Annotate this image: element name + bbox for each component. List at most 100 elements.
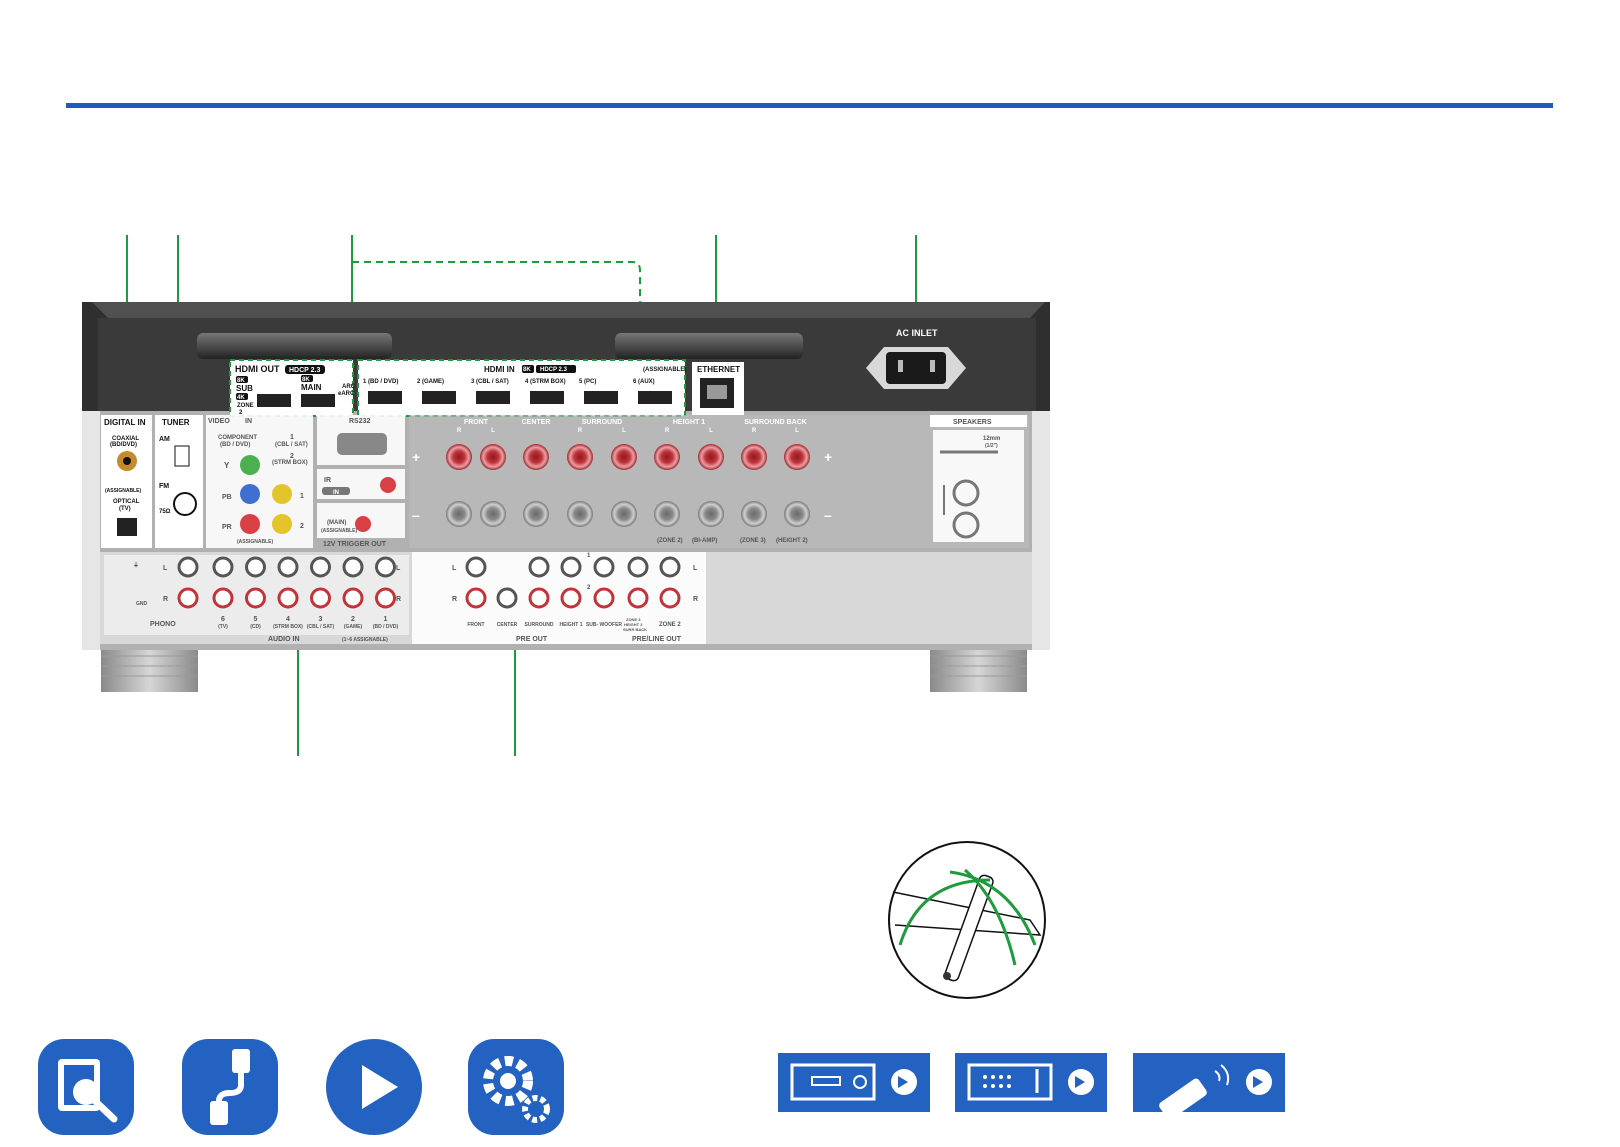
- hdmi-in-port[interactable]: [584, 391, 618, 404]
- audio-in-l-jack[interactable]: [212, 556, 234, 578]
- hdmi-in-port[interactable]: [638, 391, 672, 404]
- play-icon[interactable]: [326, 1039, 422, 1135]
- pre-out-r-jack[interactable]: [627, 587, 649, 609]
- wireless-antenna-left[interactable]: [197, 333, 392, 359]
- svg-text:IR: IR: [324, 477, 331, 484]
- speaker-terminal-plus[interactable]: [698, 444, 724, 470]
- speaker-terminal-minus[interactable]: [784, 501, 810, 527]
- book-search-icon[interactable]: [38, 1039, 134, 1135]
- pre-out-r-jack[interactable]: [659, 587, 681, 609]
- pre-out-l-jack[interactable]: [528, 556, 550, 578]
- svg-text:PR: PR: [222, 524, 232, 531]
- hdmi-in-label: 4 (STRM BOX): [525, 379, 566, 385]
- audio-in-r-jack[interactable]: [375, 587, 396, 609]
- speaker-terminal-plus[interactable]: [611, 444, 637, 470]
- svg-text:1: 1: [290, 434, 294, 441]
- speaker-terminal-minus[interactable]: [741, 501, 767, 527]
- hdmi-in-section: HDMI IN 8K HDCP 2.3 (ASSIGNABLE) 1 (BD /…: [357, 359, 686, 417]
- pre-out-label: CENTER: [497, 622, 518, 628]
- speaker-terminal-plus[interactable]: [480, 444, 506, 470]
- svg-text:HDCP 2.3: HDCP 2.3: [540, 367, 568, 373]
- rs232-port[interactable]: [337, 433, 387, 455]
- front-panel-button[interactable]: [778, 1053, 930, 1112]
- svg-text:PHONO: PHONO: [150, 621, 176, 628]
- trigger-port[interactable]: [355, 516, 371, 532]
- audio-in-l-jack[interactable]: [277, 556, 299, 578]
- svg-text:(1~6 ASSIGNABLE): (1~6 ASSIGNABLE): [342, 637, 388, 643]
- audio-in-l-jack[interactable]: [245, 556, 266, 578]
- svg-text:IN: IN: [245, 418, 252, 425]
- svg-text:COMPONENT: COMPONENT: [218, 435, 257, 441]
- speaker-terminal-minus[interactable]: [698, 501, 724, 527]
- pre-out-l-jack[interactable]: [659, 556, 681, 578]
- hdmi-in-label: 3 (CBL / SAT): [471, 379, 509, 385]
- composite-1-port[interactable]: [272, 484, 292, 504]
- pre-out-r-jack[interactable]: [560, 587, 582, 609]
- audio-in-r-jack[interactable]: [212, 587, 234, 609]
- remote-control-button[interactable]: [1133, 1053, 1285, 1120]
- audio-in-r-jack[interactable]: [245, 587, 266, 609]
- component-pb-port[interactable]: [240, 484, 260, 504]
- ir-in-port[interactable]: [380, 477, 396, 493]
- component-pr-port[interactable]: [240, 514, 260, 534]
- pre-out-l-jack[interactable]: [627, 556, 649, 578]
- speaker-terminal-plus[interactable]: [784, 444, 810, 470]
- svg-text:–: –: [412, 507, 420, 523]
- pre-out-l-jack[interactable]: [593, 556, 615, 578]
- composite-2-port[interactable]: [272, 514, 292, 534]
- ac-inlet-port[interactable]: [886, 352, 946, 384]
- pre-out-r-jack[interactable]: [496, 587, 518, 609]
- svg-text:SPEAKERS: SPEAKERS: [953, 419, 992, 426]
- speaker-terminal-minus[interactable]: [446, 501, 472, 527]
- audio-in-r-jack[interactable]: [342, 587, 364, 609]
- digital-in-section: DIGITAL IN COAXIAL (BD/DVD) (ASSIGNABLE)…: [101, 415, 152, 548]
- hdmi-in-port[interactable]: [422, 391, 456, 404]
- gear-icon[interactable]: [468, 1039, 564, 1135]
- svg-text:eARC: eARC: [338, 391, 355, 397]
- phono-l-jack[interactable]: [177, 556, 199, 578]
- component-y-port[interactable]: [240, 455, 260, 475]
- speaker-terminal-plus[interactable]: [446, 444, 472, 470]
- audio-in-l-jack[interactable]: [310, 556, 331, 578]
- speaker-terminal-plus[interactable]: [741, 444, 767, 470]
- audio-in-r-jack[interactable]: [277, 587, 299, 609]
- hdmi-out-sub-port[interactable]: [257, 394, 291, 407]
- audio-in-number: 6: [221, 616, 225, 623]
- speaker-terminal-plus[interactable]: [654, 444, 680, 470]
- cable-icon[interactable]: [182, 1039, 278, 1135]
- svg-text:IN: IN: [333, 490, 339, 496]
- svg-text:(ASSIGNABLE): (ASSIGNABLE): [237, 539, 273, 545]
- audio-in-l-jack[interactable]: [375, 556, 396, 578]
- svg-text:(ZONE 2): (ZONE 2): [657, 538, 683, 544]
- speaker-terminal-minus[interactable]: [654, 501, 680, 527]
- speaker-terminal-minus[interactable]: [611, 501, 637, 527]
- speaker-terminal-minus[interactable]: [567, 501, 593, 527]
- speaker-terminal-plus[interactable]: [523, 444, 549, 470]
- svg-text:PRE OUT: PRE OUT: [516, 636, 548, 643]
- speaker-group-label: SURROUND BACK: [744, 419, 807, 426]
- pre-out-r-jack[interactable]: [593, 587, 615, 609]
- speaker-terminal-minus[interactable]: [523, 501, 549, 527]
- wireless-antenna-right[interactable]: [615, 333, 803, 359]
- pre-out-r-jack[interactable]: [465, 587, 487, 609]
- pre-out-l-jack[interactable]: [560, 556, 582, 578]
- audio-in-l-jack[interactable]: [342, 556, 364, 578]
- ethernet-section: ETHERNET: [692, 362, 744, 415]
- hdmi-in-port[interactable]: [530, 391, 564, 404]
- svg-text:12V TRIGGER OUT: 12V TRIGGER OUT: [323, 541, 387, 548]
- optical-port[interactable]: [117, 518, 137, 536]
- speaker-terminal-plus[interactable]: [567, 444, 593, 470]
- svg-text:HDMI IN: HDMI IN: [484, 365, 515, 374]
- svg-text:ARC: ARC: [342, 384, 356, 390]
- speaker-terminal-minus[interactable]: [480, 501, 506, 527]
- audio-in-r-jack[interactable]: [310, 587, 331, 609]
- audio-in-section: ⏚ GND L R L R PHONO 6(TV) 5(CD) 4(STRM BOX…: [104, 555, 409, 643]
- rear-panel-button[interactable]: [955, 1053, 1107, 1112]
- hdmi-in-port[interactable]: [368, 391, 402, 404]
- hdmi-in-port[interactable]: [476, 391, 510, 404]
- pre-out-r-jack[interactable]: [528, 587, 550, 609]
- hdmi-out-main-port[interactable]: [301, 394, 335, 407]
- phono-r-jack[interactable]: [177, 587, 199, 609]
- pre-out-l-jack[interactable]: [465, 556, 487, 578]
- fm-antenna-port[interactable]: [173, 492, 197, 516]
